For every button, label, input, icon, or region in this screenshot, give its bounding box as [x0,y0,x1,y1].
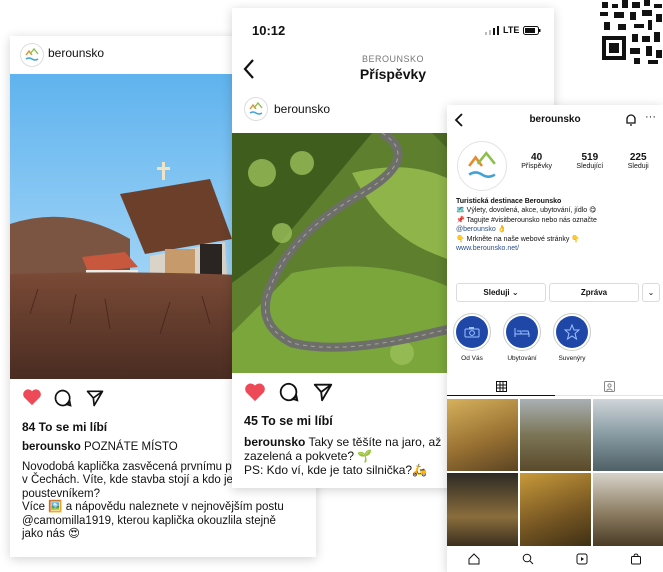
berounsko-logo-icon [468,151,496,178]
grid-photo[interactable] [447,473,518,546]
nav-shop-button[interactable] [630,552,642,570]
share-button[interactable] [312,381,334,408]
comment-button[interactable] [278,381,300,408]
share-button[interactable] [85,388,105,413]
more-icon: ··· [645,111,656,123]
tagged-person-icon [603,380,615,392]
suggestions-dropdown-button[interactable]: ⌄ [642,283,660,302]
search-icon [522,553,534,565]
grid-photo[interactable] [520,473,591,546]
bio-website-link[interactable]: www.berounsko.net/ [456,244,660,253]
camera-icon [464,327,480,338]
like-button[interactable] [244,382,266,407]
profile-avatar[interactable] [244,97,268,121]
caption-line: poustevníkem? [22,487,100,500]
tab-grid[interactable] [447,377,555,396]
notifications-button[interactable] [625,113,637,131]
caption-line: Taky se těšíte na jaro, až [305,435,442,449]
bio-line: 📌 Tagujte #visitberounsko nebo nás označ… [456,216,597,224]
nav-account: BEROUNSKO [361,54,424,64]
qr-code-icon [598,0,663,66]
battery-icon [523,25,541,35]
signal-icon [485,25,499,35]
bio-line: 👇 Mrkněte na naše webové stránky 👇 [456,235,581,243]
tab-tagged[interactable] [555,377,663,396]
story-highlights: Od Vás Ubytování Suvenýry [453,313,591,362]
grid-icon [495,380,507,392]
caption-username[interactable]: berounsko [22,441,81,453]
reels-icon [576,553,588,565]
highlight-suvenyry[interactable]: Suvenýry [553,313,591,362]
grid-photo[interactable] [520,399,591,471]
follow-button[interactable]: Sleduji ⌄ [456,283,546,302]
profile-card: berounsko ··· 40 Příspěvky 519 Sledující 2… [447,105,663,572]
comment-icon [54,389,72,407]
highlight-ubytovani[interactable]: Ubytování [503,313,541,362]
stat-followers[interactable]: 519 Sledující [576,152,603,170]
home-icon [468,553,480,565]
caption-username[interactable]: berounsko [244,435,305,449]
like-count: 84 To se mi líbí [22,420,108,434]
send-icon [86,390,104,407]
caption-line: @camomilla1919, kterou kaplička okouzlil… [22,514,276,527]
profile-photo-grid [447,399,663,546]
comment-button[interactable] [53,388,73,413]
caption-line: jako nás 😍 [22,528,81,540]
grid-photo[interactable] [593,473,663,546]
status-time: 10:12 [252,23,286,38]
like-count: 45 To se mi líbí [244,414,333,428]
caption-line: Více 🖼️ a nápovědu naleznete v nejnovějš… [22,501,284,513]
shopping-bag-icon [631,553,641,565]
nav-title: Příspěvky [359,66,427,82]
profile-avatar[interactable] [20,43,44,67]
profile-stats: 40 Příspěvky 519 Sledující 225 Sleduji [509,152,661,170]
nav-reels-button[interactable] [576,552,588,570]
message-button[interactable]: Zpráva [549,283,639,302]
post-username[interactable]: berounsko [48,46,104,60]
bio-name: Turistická destinace Berounsko [456,198,562,205]
bio-line: 🗺️ Výlety, dovolená, akce, ubytování, jí… [456,207,597,215]
stat-posts[interactable]: 40 Příspěvky [521,152,552,170]
berounsko-logo-icon [249,102,263,115]
bell-icon [626,114,636,126]
profile-bio: Turistická destinace Berounsko 🗺️ Výlety… [456,197,660,253]
send-icon [313,383,333,402]
post-username[interactable]: berounsko [274,102,330,116]
bottom-nav [447,550,663,572]
heart-icon [23,389,41,406]
heart-icon [245,383,265,402]
bed-icon [514,328,530,337]
nav-home-button[interactable] [468,552,480,570]
star-icon [564,324,580,340]
berounsko-logo-icon [25,48,39,61]
profile-picture[interactable] [457,141,507,191]
status-indicators: LTE [485,25,541,35]
caption-headline: POZNÁTE MÍSTO [80,441,178,453]
highlight-od-vas[interactable]: Od Vás [453,313,491,362]
network-type: LTE [503,25,520,35]
like-button[interactable] [22,388,42,411]
grid-photo[interactable] [447,399,518,471]
nav-search-button[interactable] [522,552,534,570]
bio-mention[interactable]: @berounsko 👌 [456,225,660,234]
comment-icon [279,382,299,402]
grid-photo[interactable] [593,399,663,471]
stat-following[interactable]: 225 Sleduji [628,152,649,170]
more-options-button[interactable]: ··· [645,111,656,123]
